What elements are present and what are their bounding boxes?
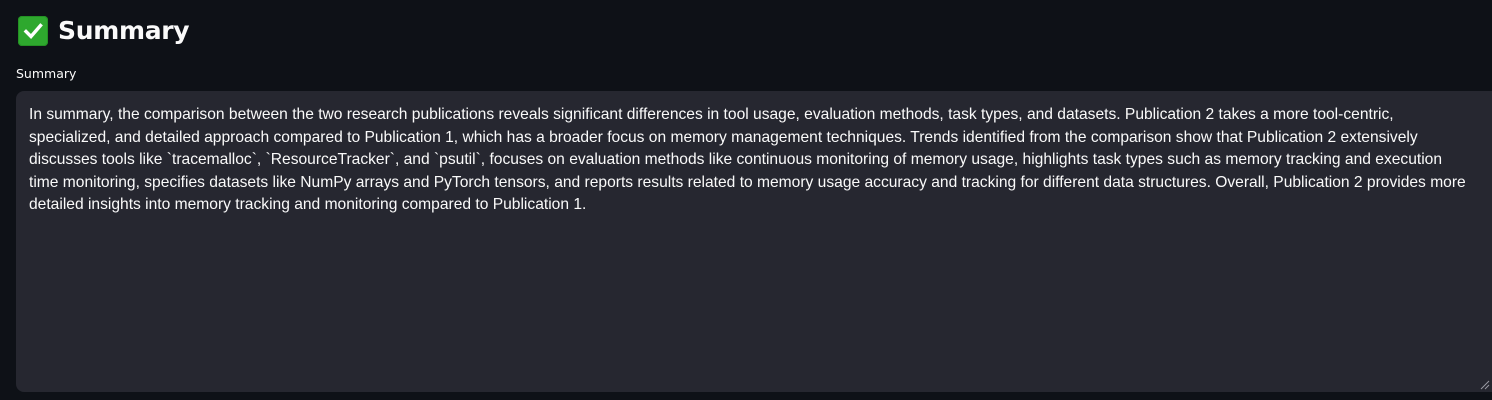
- check-mark-icon: [18, 16, 48, 46]
- section-header: Summary: [18, 13, 190, 49]
- summary-text[interactable]: In summary, the comparison between the t…: [29, 104, 1470, 217]
- summary-textarea[interactable]: In summary, the comparison between the t…: [16, 91, 1492, 392]
- summary-field-label: Summary: [16, 66, 77, 81]
- resize-handle-icon[interactable]: [1478, 378, 1490, 390]
- page-title: Summary: [58, 16, 190, 45]
